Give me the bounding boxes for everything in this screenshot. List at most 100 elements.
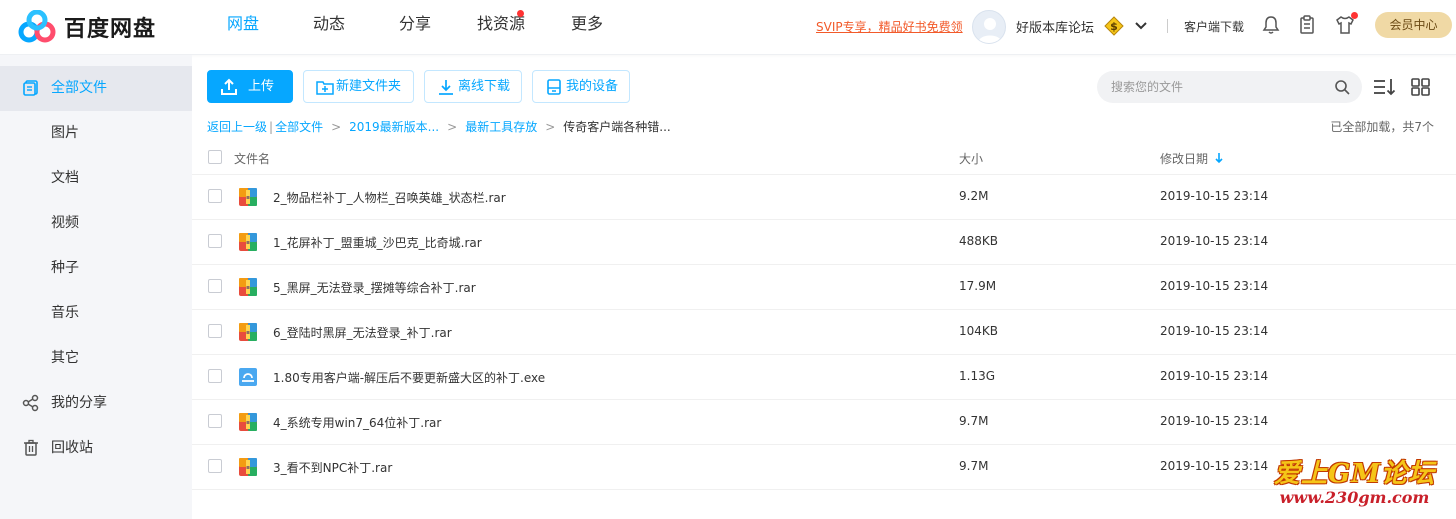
- upload-button[interactable]: 上传: [207, 70, 293, 103]
- search-box: [1097, 71, 1362, 103]
- watermark-url: www.230gm.com: [1279, 488, 1430, 507]
- file-size: 488KB: [959, 234, 999, 248]
- table-row[interactable]: 5_黑屏_无法登录_摆摊等综合补丁.rar 17.9M 2019-10-15 23:…: [192, 265, 1456, 310]
- breadcrumb-item[interactable]: 最新工具存放: [465, 118, 537, 135]
- file-size: 17.9M: [959, 279, 997, 293]
- share-icon: [22, 394, 39, 412]
- watermark-title: 爱上GM论坛: [1274, 459, 1435, 489]
- nav-more[interactable]: 更多: [544, 0, 630, 55]
- file-name[interactable]: 6_登陆时黑屏_无法登录_补丁.rar: [273, 324, 452, 341]
- nav-find-resources[interactable]: 找资源: [458, 0, 544, 55]
- breadcrumb-item[interactable]: 2019最新版本...: [349, 118, 439, 135]
- row-checkbox[interactable]: [208, 414, 222, 428]
- device-icon: [547, 79, 561, 95]
- sidebar-item-label: 图片: [51, 125, 79, 141]
- app-logo[interactable]: 百度网盘: [18, 10, 156, 44]
- row-checkbox[interactable]: [208, 459, 222, 473]
- file-date: 2019-10-15 23:14: [1160, 189, 1269, 203]
- table-row[interactable]: 1_花屏补丁_盟重城_沙巴克_比奇城.rar 488KB 2019-10-15 23…: [192, 220, 1456, 265]
- nav-label: 分享: [398, 14, 431, 33]
- sidebar-item-torrents[interactable]: 种子: [0, 246, 192, 291]
- new-folder-button[interactable]: 新建文件夹: [303, 70, 414, 103]
- nav-label: 动态: [312, 14, 345, 33]
- table-row[interactable]: 1.80专用客户端-解压后不要更新盛大区的补丁.exe 1.13G 2019-10-…: [192, 355, 1456, 400]
- breadcrumb-separator: >: [545, 120, 556, 134]
- breadcrumb-separator: >: [447, 120, 458, 134]
- sort-icon[interactable]: [1372, 76, 1396, 98]
- file-name[interactable]: 1.80专用客户端-解压后不要更新盛大区的补丁.exe: [273, 369, 545, 386]
- sidebar-item-videos[interactable]: 视频: [0, 201, 192, 246]
- file-size: 1.13G: [959, 369, 996, 383]
- exe-file-icon: [239, 368, 257, 386]
- breadcrumb-divider: |: [269, 120, 274, 134]
- nav-activity[interactable]: 动态: [286, 0, 372, 55]
- rar-archive-icon: [239, 323, 257, 341]
- row-checkbox[interactable]: [208, 234, 222, 248]
- file-name[interactable]: 3_看不到NPC补丁.rar: [273, 459, 392, 476]
- sidebar-item-label: 视频: [51, 215, 79, 231]
- search-input[interactable]: [1111, 78, 1321, 96]
- offline-download-button[interactable]: 离线下载: [424, 70, 522, 103]
- bell-icon[interactable]: [1260, 14, 1282, 36]
- row-checkbox[interactable]: [208, 369, 222, 383]
- breadcrumb-current: 传奇客户端各种错...: [563, 120, 671, 134]
- svip-promo-link[interactable]: SVIP专享，精品好书免费领: [816, 18, 963, 35]
- table-row[interactable]: 2_物品栏补丁_人物栏_召唤英雄_状态栏.rar 9.2M 2019-10-15 2…: [192, 175, 1456, 220]
- sidebar-item-label: 音乐: [51, 305, 79, 321]
- breadcrumb-item[interactable]: 全部文件: [275, 118, 323, 135]
- my-devices-button[interactable]: 我的设备: [532, 70, 630, 103]
- file-date: 2019-10-15 23:14: [1160, 369, 1269, 383]
- file-date: 2019-10-15 23:14: [1160, 324, 1269, 338]
- column-header-date[interactable]: 修改日期: [1160, 150, 1224, 167]
- chevron-down-icon[interactable]: [1134, 16, 1148, 36]
- select-all-checkbox[interactable]: [208, 150, 222, 164]
- sidebar-item-documents[interactable]: 文档: [0, 156, 192, 201]
- notification-dot: [1351, 12, 1358, 19]
- file-date: 2019-10-15 23:14: [1160, 414, 1269, 428]
- sidebar-item-all-files[interactable]: 全部文件: [0, 66, 192, 111]
- file-table-header: 文件名 大小 修改日期: [192, 140, 1456, 175]
- breadcrumb-back-link[interactable]: 返回上一级: [207, 118, 267, 135]
- divider: [1167, 19, 1168, 33]
- file-size: 9.2M: [959, 189, 989, 203]
- file-name[interactable]: 5_黑屏_无法登录_摆摊等综合补丁.rar: [273, 279, 476, 296]
- table-row[interactable]: 6_登陆时黑屏_无法登录_补丁.rar 104KB 2019-10-15 23:14: [192, 310, 1456, 355]
- sidebar-item-my-shares[interactable]: 我的分享: [0, 381, 192, 426]
- sidebar: 全部文件 图片 文档 视频 种子 音乐 其它 我的分享 回收站: [0, 55, 192, 519]
- sidebar-item-recycle-bin[interactable]: 回收站: [0, 426, 192, 471]
- table-row[interactable]: 4_系统专用win7_64位补丁.rar 9.7M 2019-10-15 23:14: [192, 400, 1456, 445]
- grid-view-icon[interactable]: [1409, 76, 1433, 98]
- client-download-link[interactable]: 客户端下载: [1184, 18, 1244, 35]
- column-header-size[interactable]: 大小: [959, 150, 983, 167]
- vip-diamond-icon: $: [1104, 16, 1124, 36]
- username[interactable]: 好版本库论坛: [1016, 17, 1094, 36]
- baidu-netdisk-logo-icon: [18, 10, 56, 43]
- sort-desc-arrow-icon: [1215, 153, 1223, 164]
- file-name[interactable]: 1_花屏补丁_盟重城_沙巴克_比奇城.rar: [273, 234, 482, 251]
- nav-netdisk[interactable]: 网盘: [200, 0, 286, 55]
- sidebar-item-images[interactable]: 图片: [0, 111, 192, 156]
- new-folder-label: 新建文件夹: [336, 79, 402, 94]
- sidebar-item-label: 我的分享: [51, 395, 107, 411]
- sidebar-item-music[interactable]: 音乐: [0, 291, 192, 336]
- file-name[interactable]: 4_系统专用win7_64位补丁.rar: [273, 414, 441, 431]
- rar-archive-icon: [239, 413, 257, 431]
- rar-archive-icon: [239, 233, 257, 251]
- sidebar-item-label: 文档: [51, 170, 79, 186]
- nav-share[interactable]: 分享: [372, 0, 458, 55]
- avatar[interactable]: [972, 10, 1006, 44]
- clipboard-icon[interactable]: [1296, 14, 1318, 36]
- sidebar-item-other[interactable]: 其它: [0, 336, 192, 381]
- row-checkbox[interactable]: [208, 279, 222, 293]
- new-folder-icon: [316, 81, 334, 95]
- row-checkbox[interactable]: [208, 189, 222, 203]
- rar-archive-icon: [239, 278, 257, 296]
- file-name[interactable]: 2_物品栏补丁_人物栏_召唤英雄_状态栏.rar: [273, 189, 506, 206]
- tshirt-skin-button[interactable]: [1334, 12, 1358, 36]
- file-date: 2019-10-15 23:14: [1160, 234, 1269, 248]
- avatar-person-icon: [978, 18, 1002, 43]
- row-checkbox[interactable]: [208, 324, 222, 338]
- search-icon[interactable]: [1334, 79, 1350, 95]
- member-center-button[interactable]: 会员中心: [1375, 12, 1452, 38]
- column-header-name[interactable]: 文件名: [234, 150, 270, 167]
